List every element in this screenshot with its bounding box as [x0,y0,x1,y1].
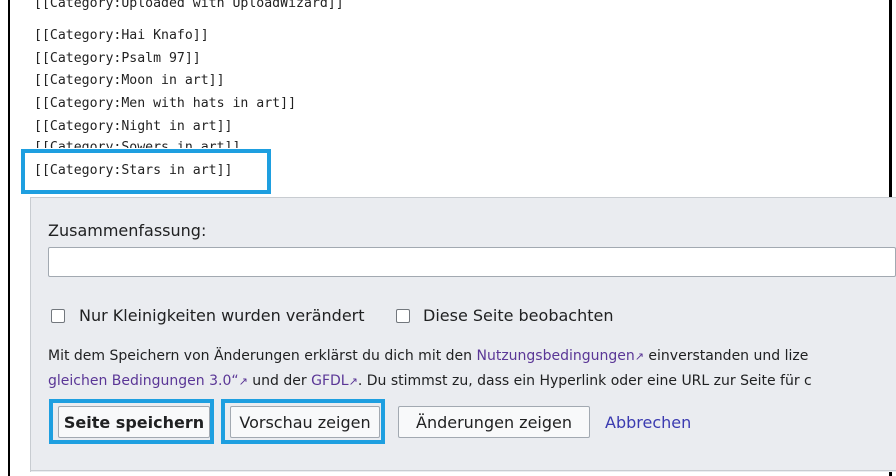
code-line: [[Category:Men with hats in art]] [34,96,297,111]
highlight-preview-button [221,399,385,444]
external-link-icon: ↗ [238,375,248,388]
terms-link[interactable]: Nutzungsbedingungen [476,348,634,364]
external-link-icon: ↗ [634,350,644,363]
code-line: [[Category:Psalm 97]] [34,51,201,66]
code-line: [[Category:Sowers in art]] [34,140,241,148]
legal-text: einverstanden und lize [643,348,809,364]
divider [30,470,896,471]
show-changes-button[interactable]: Änderungen zeigen [398,406,590,438]
code-line: [[Category:Uploaded with UploadWizard]] [34,0,344,11]
summary-input[interactable] [48,247,896,277]
minor-edit-label: Nur Kleinigkeiten wurden verändert [79,306,365,325]
watch-page-checkbox[interactable] [396,309,410,323]
license-link[interactable]: gleichen Bedingungen 3.0“ [48,373,239,389]
cancel-link[interactable]: Abbrechen [605,413,691,432]
gfdl-link[interactable]: GFDL [311,373,348,389]
minor-edit-checkbox[interactable] [51,309,65,323]
summary-label: Zusammenfassung: [48,221,207,240]
code-line: [[Category:Night in art]] [34,119,233,134]
legal-text: . Du stimmst zu, dass ein Hyperlink oder… [357,373,812,389]
legal-line-2: gleichen Bedingungen 3.0“↗ und der GFDL↗… [48,371,812,392]
code-line: [[Category:Hai Knafo]] [34,28,209,43]
legal-line-1: Mit dem Speichern von Änderungen erklärs… [48,346,808,367]
external-link-icon: ↗ [348,375,358,388]
watch-page-label: Diese Seite beobachten [423,306,614,325]
highlight-save-button [49,399,214,444]
highlight-stars-category [21,149,271,194]
legal-text: Mit dem Speichern von Änderungen erklärs… [48,348,477,364]
code-line: [[Category:Moon in art]] [34,73,225,88]
legal-text: und der [247,373,312,389]
